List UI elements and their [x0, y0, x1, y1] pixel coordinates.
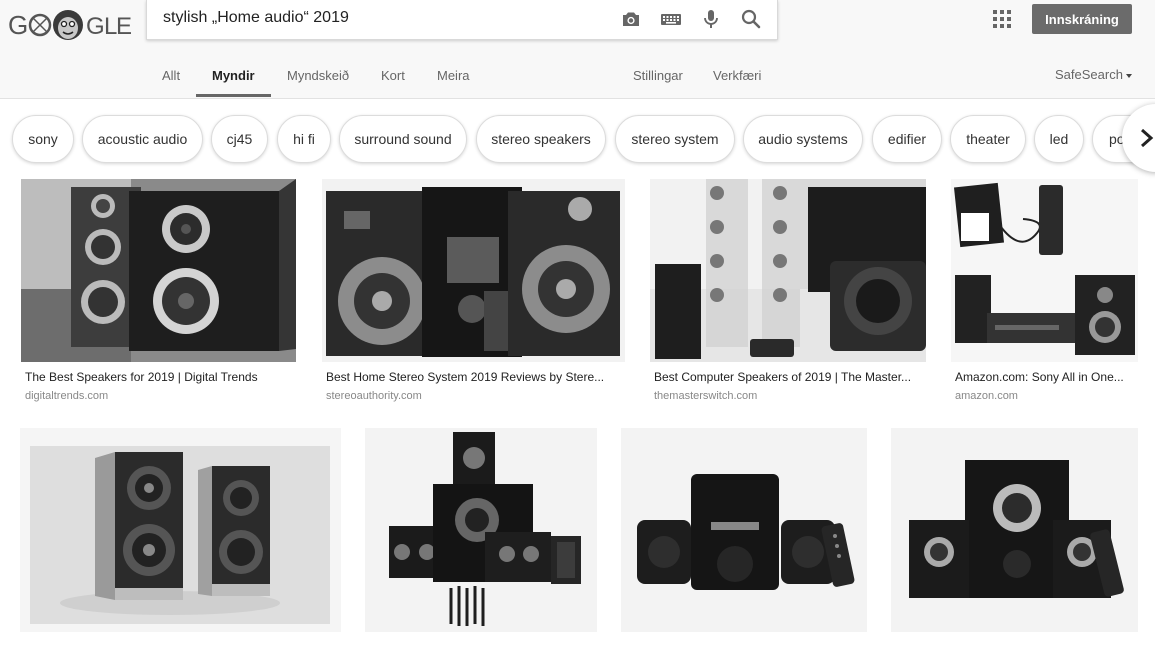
result-site: digitaltrends.com — [25, 390, 109, 402]
result-thumbnail[interactable] — [650, 179, 926, 362]
image-result[interactable] — [621, 428, 867, 632]
image-result[interactable]: The Best Speakers for 2019 | Digital Tre… — [21, 179, 296, 404]
apps-grid-icon[interactable] — [992, 9, 1012, 29]
result-title[interactable]: The Best Speakers for 2019 | Digital Tre… — [25, 370, 296, 384]
chip-sony[interactable]: sony — [12, 115, 74, 163]
result-site: stereoauthority.com — [326, 390, 422, 402]
chip-cj45[interactable]: cj45 — [211, 115, 268, 163]
chip-hi-fi[interactable]: hi fi — [277, 115, 331, 163]
tab-images[interactable]: Myndir — [212, 68, 255, 83]
active-tab-indicator — [196, 94, 271, 97]
result-thumbnail[interactable] — [891, 428, 1138, 632]
image-result[interactable] — [891, 428, 1138, 632]
image-result[interactable]: Amazon.com: Sony All in One... amazon.co… — [951, 179, 1138, 404]
chip-audio-systems[interactable]: audio systems — [743, 115, 863, 163]
chip-stereo-speakers[interactable]: stereo speakers — [476, 115, 606, 163]
result-site: amazon.com — [955, 390, 1018, 402]
result-title[interactable]: Best Home Stereo System 2019 Reviews by … — [326, 370, 621, 384]
chip-led[interactable]: led — [1034, 115, 1084, 163]
tab-all[interactable]: Allt — [162, 68, 180, 83]
search-input[interactable]: stylish „Home audio“ 2019 — [163, 9, 349, 27]
tab-more[interactable]: Meira — [437, 68, 470, 83]
image-result[interactable] — [365, 428, 597, 632]
microphone-icon[interactable] — [699, 7, 723, 31]
result-thumbnail[interactable] — [322, 179, 625, 362]
chip-theater[interactable]: theater — [950, 115, 1026, 163]
safesearch-label: SafeSearch — [1055, 67, 1123, 82]
search-box[interactable]: stylish „Home audio“ 2019 — [146, 0, 778, 40]
google-doodle-logo[interactable]: G G L E — [8, 4, 132, 44]
result-thumbnail[interactable] — [951, 179, 1138, 362]
tab-tools[interactable]: Verkfæri — [713, 68, 761, 83]
result-thumbnail[interactable] — [21, 179, 296, 362]
chip-stereo-system[interactable]: stereo system — [615, 115, 735, 163]
related-searches-chips: sony acoustic audio cj45 hi fi surround … — [0, 108, 1155, 170]
result-title[interactable]: Best Computer Speakers of 2019 | The Mas… — [654, 370, 924, 384]
result-thumbnail[interactable] — [365, 428, 597, 632]
chip-edifier[interactable]: edifier — [872, 115, 942, 163]
tab-settings[interactable]: Stillingar — [633, 68, 683, 83]
result-thumbnail[interactable] — [20, 428, 341, 632]
image-result[interactable]: Best Home Stereo System 2019 Reviews by … — [322, 179, 625, 404]
chevron-down-icon — [1125, 73, 1132, 78]
chip-surround-sound[interactable]: surround sound — [339, 115, 467, 163]
top-header: G G L E stylish „Home audio“ 2019 Innskr… — [0, 0, 1155, 99]
tab-maps[interactable]: Kort — [381, 68, 405, 83]
camera-icon[interactable] — [619, 7, 643, 31]
result-thumbnail[interactable] — [621, 428, 867, 632]
svg-text:G: G — [86, 13, 105, 40]
svg-text:E: E — [116, 13, 132, 40]
result-title[interactable]: Amazon.com: Sony All in One... — [955, 370, 1136, 384]
chip-acoustic-audio[interactable]: acoustic audio — [82, 115, 203, 163]
search-icon[interactable] — [739, 7, 763, 31]
safesearch-dropdown[interactable]: SafeSearch — [1055, 67, 1132, 82]
result-site: themasterswitch.com — [654, 390, 758, 402]
tab-videos[interactable]: Myndskeið — [287, 68, 349, 83]
svg-text:G: G — [8, 10, 29, 40]
image-result[interactable] — [20, 428, 341, 632]
image-result[interactable]: Best Computer Speakers of 2019 | The Mas… — [650, 179, 926, 404]
chevron-right-icon — [1141, 128, 1154, 148]
keyboard-icon[interactable] — [659, 7, 683, 31]
sign-in-button[interactable]: Innskráning — [1032, 4, 1132, 34]
